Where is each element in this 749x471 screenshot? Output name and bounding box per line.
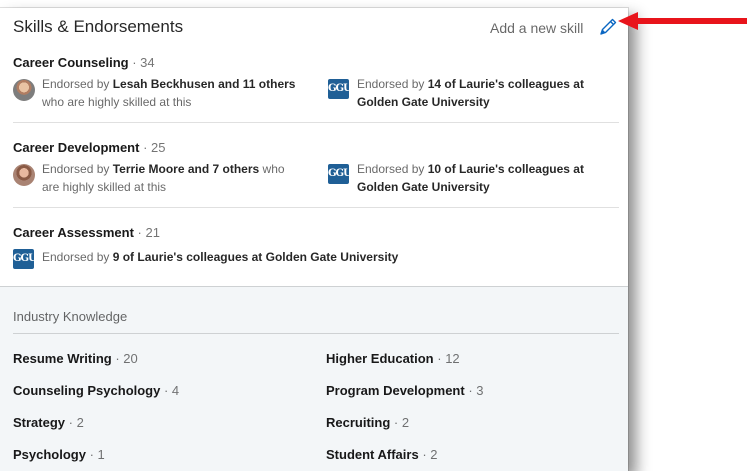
industry-skill: Recruiting · 2 (326, 415, 409, 430)
skill-name[interactable]: Career Counseling (13, 55, 129, 70)
endorsement-text: Endorsed by 9 of Laurie's colleagues at … (42, 250, 399, 264)
industry-skill: Program Development · 3 (326, 383, 484, 398)
skill-name[interactable]: Strategy (13, 415, 65, 430)
category-label: Industry Knowledge (13, 309, 128, 324)
divider (13, 122, 619, 123)
count-separator: · (85, 447, 98, 462)
skill-title-line: Career Counseling · 34 (13, 55, 155, 70)
industry-skill: Resume Writing · 20 (13, 351, 138, 366)
university-logo: GGU (328, 79, 352, 99)
count-separator: · (418, 447, 431, 462)
industry-knowledge-section: Industry Knowledge Resume Writing · 20 H… (0, 286, 628, 471)
industry-skill: Student Affairs · 2 (326, 447, 438, 462)
count-separator: · (65, 415, 77, 430)
endorsement-count[interactable]: 25 (151, 140, 165, 155)
endorsement-count[interactable]: 4 (172, 383, 179, 398)
divider (13, 333, 619, 334)
endorsement-organization[interactable]: GGU Endorsed by 14 of Laurie's colleague… (328, 75, 618, 115)
endorsement-count[interactable]: 2 (430, 447, 437, 462)
card-header: Skills & Endorsements Add a new skill (0, 8, 628, 50)
endorsement-count[interactable]: 34 (140, 55, 154, 70)
count-separator: · (133, 225, 146, 240)
count-separator: · (128, 55, 141, 70)
university-logo: GGU (13, 249, 37, 269)
endorsement-count[interactable]: 12 (445, 351, 459, 366)
endorsement-count[interactable]: 21 (146, 225, 160, 240)
industry-skill: Strategy · 2 (13, 415, 84, 430)
skill-name[interactable]: Resume Writing (13, 351, 112, 366)
skill-name[interactable]: Student Affairs (326, 447, 419, 462)
endorsement-text: Endorsed by Terrie Moore and 7 others wh… (42, 162, 285, 194)
skill-item-career-development: Career Development · 25 Endorsed by Terr… (13, 140, 619, 210)
count-separator: · (433, 351, 446, 366)
count-separator: · (139, 140, 152, 155)
endorsement-organization[interactable]: GGU Endorsed by 9 of Laurie's colleagues… (13, 245, 613, 269)
endorsement-count[interactable]: 2 (77, 415, 84, 430)
annotation-arrow (618, 12, 747, 30)
skill-name[interactable]: Psychology (13, 447, 86, 462)
skill-item-career-assessment: Career Assessment · 21 GGU Endorsed by 9… (13, 225, 619, 275)
section-title: Skills & Endorsements (13, 17, 184, 36)
skill-name[interactable]: Program Development (326, 383, 465, 398)
endorsement-organization[interactable]: GGU Endorsed by 10 of Laurie's colleague… (328, 160, 618, 200)
endorsement-count[interactable]: 1 (98, 447, 105, 462)
industry-skill: Counseling Psychology · 4 (13, 383, 179, 398)
skill-name[interactable]: Counseling Psychology (13, 383, 160, 398)
endorsement-text: Endorsed by 10 of Laurie's colleagues at… (357, 162, 584, 194)
count-separator: · (111, 351, 124, 366)
count-separator: · (160, 383, 172, 398)
endorsement-count[interactable]: 20 (123, 351, 137, 366)
avatar (13, 164, 35, 186)
skill-name[interactable]: Career Assessment (13, 225, 134, 240)
skills-endorsements-card: Skills & Endorsements Add a new skill Ca… (0, 8, 628, 471)
industry-skill: Psychology · 1 (13, 447, 105, 462)
skill-name[interactable]: Career Development (13, 140, 139, 155)
endorsement-people[interactable]: Endorsed by Terrie Moore and 7 others wh… (13, 160, 313, 200)
skill-item-career-counseling: Career Counseling · 34 Endorsed by Lesah… (13, 55, 619, 125)
endorsement-text: Endorsed by Lesah Beckhusen and 11 other… (42, 77, 296, 109)
skill-name[interactable]: Higher Education (326, 351, 434, 366)
add-new-skill-link[interactable]: Add a new skill (490, 20, 583, 36)
endorsement-count[interactable]: 2 (402, 415, 409, 430)
count-separator: · (390, 415, 402, 430)
university-logo: GGU (328, 164, 352, 184)
skill-name[interactable]: Recruiting (326, 415, 390, 430)
endorsement-text: Endorsed by 14 of Laurie's colleagues at… (357, 77, 584, 109)
skill-title-line: Career Development · 25 (13, 140, 165, 155)
avatar (13, 79, 35, 101)
endorsement-count[interactable]: 3 (476, 383, 483, 398)
skill-title-line: Career Assessment · 21 (13, 225, 160, 240)
divider (13, 207, 619, 208)
endorsement-people[interactable]: Endorsed by Lesah Beckhusen and 11 other… (13, 75, 313, 115)
industry-skill: Higher Education · 12 (326, 351, 460, 366)
count-separator: · (464, 383, 477, 398)
